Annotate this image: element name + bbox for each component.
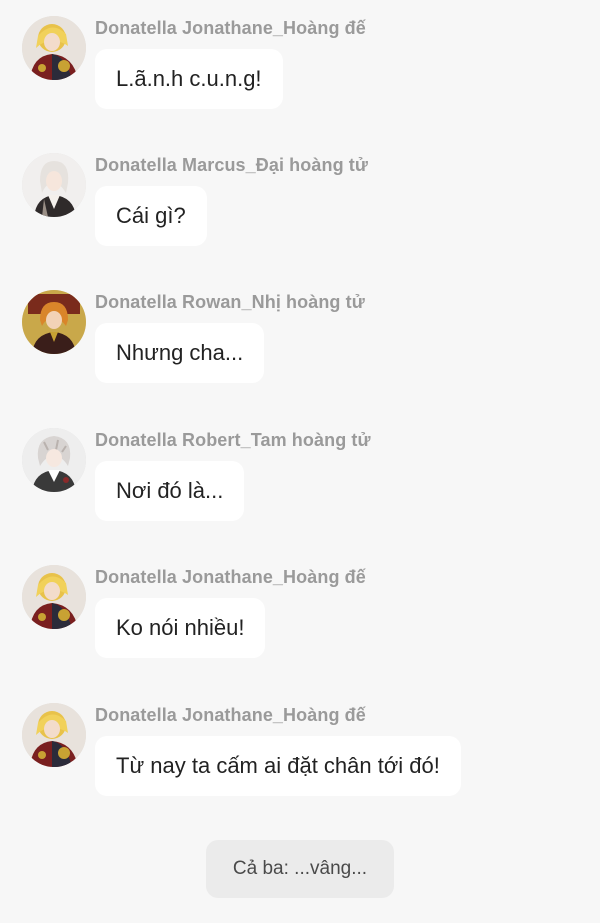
sender-name: Donatella Jonathane_Hoàng đế — [95, 567, 366, 587]
jonathane-avatar-image — [22, 703, 86, 767]
rowan-avatar[interactable] — [22, 290, 86, 354]
rowan-avatar-image — [22, 290, 86, 354]
sender-name: Donatella Rowan_Nhị hoàng tử — [95, 292, 365, 312]
marcus-avatar[interactable] — [22, 153, 86, 217]
message-bubble: L.ã.n.h c.u.n.g! — [95, 49, 283, 109]
message-bubble: Từ nay ta cấm ai đặt chân tới đó! — [95, 736, 461, 796]
narration-bubble: Cả ba: ...vâng... — [206, 840, 394, 898]
robert-avatar[interactable] — [22, 428, 86, 492]
jonathane-avatar[interactable] — [22, 565, 86, 629]
sender-name: Donatella Jonathane_Hoàng đế — [95, 705, 366, 725]
message-bubble: Ko nói nhiều! — [95, 598, 266, 658]
sender-name: Donatella Robert_Tam hoàng tử — [95, 430, 371, 450]
sender-name: Donatella Marcus_Đại hoàng tử — [95, 155, 368, 175]
message-bubble: Nhưng cha... — [95, 323, 265, 383]
marcus-avatar-image — [22, 153, 86, 217]
jonathane-avatar-image — [22, 16, 86, 80]
chat-screen: { "messages": [ {"sender": "Donatella Jo… — [0, 0, 600, 923]
message-bubble: Cái gì? — [95, 186, 207, 246]
message-bubble: Nơi đó là... — [95, 461, 245, 521]
jonathane-avatar[interactable] — [22, 703, 86, 767]
sender-name: Donatella Jonathane_Hoàng đế — [95, 18, 366, 38]
jonathane-avatar-image — [22, 565, 86, 629]
robert-avatar-image — [22, 428, 86, 492]
jonathane-avatar[interactable] — [22, 16, 86, 80]
